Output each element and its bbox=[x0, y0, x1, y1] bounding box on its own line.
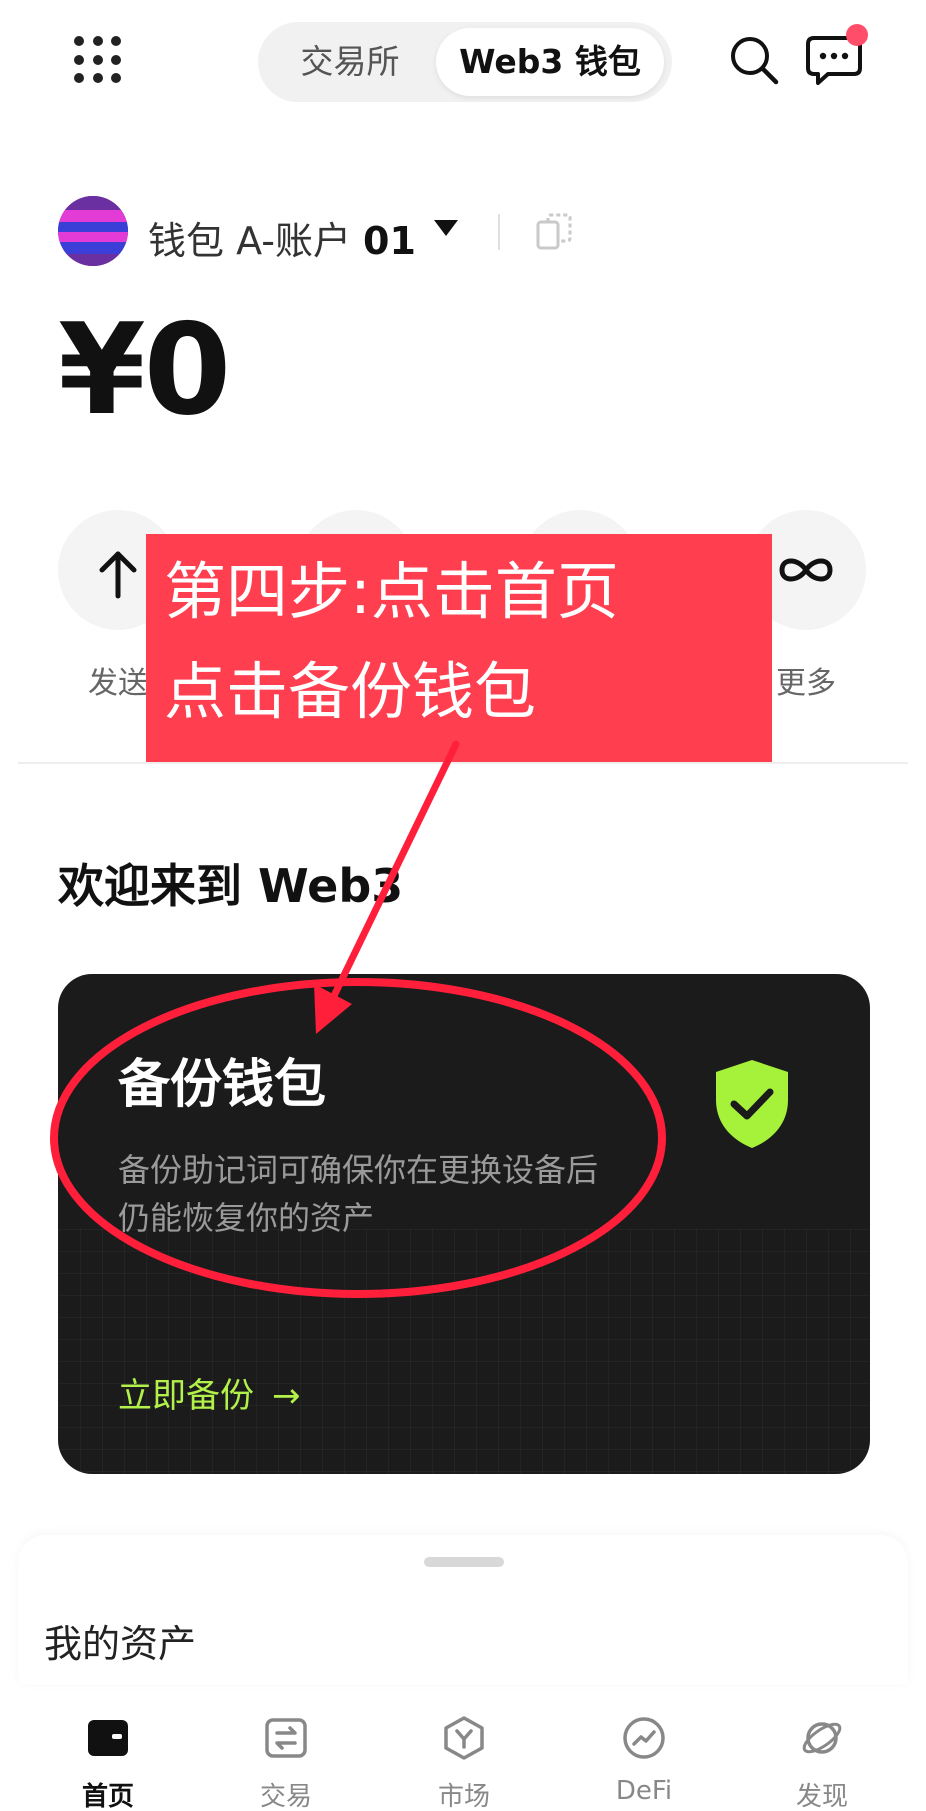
annotation-line-1: 第四步:点击首页 bbox=[164, 555, 619, 628]
tab-trade[interactable]: 交易 bbox=[216, 1716, 356, 1811]
search-icon[interactable] bbox=[728, 34, 780, 86]
account-name: 钱包 A-账户 01 bbox=[148, 219, 416, 263]
tab-web3-wallet[interactable]: Web3 钱包 bbox=[436, 28, 664, 96]
total-balance: ¥0 bbox=[58, 296, 231, 443]
my-assets-title: 我的资产 bbox=[44, 1622, 197, 1666]
backup-card-description: 备份助记词可确保你在更换设备后仍能恢复你的资产 bbox=[118, 1151, 599, 1237]
backup-now-label: 立即备份 bbox=[118, 1376, 254, 1416]
tab-exchange[interactable]: 交易所 bbox=[266, 28, 434, 96]
section-divider bbox=[18, 762, 908, 764]
backup-wallet-card[interactable]: 备份钱包 备份助记词可确保你在更换设备后仍能恢复你的资产 立即备份 → bbox=[58, 974, 870, 1474]
planet-icon bbox=[802, 1722, 842, 1754]
tab-discover-label: 发现 bbox=[795, 1782, 848, 1811]
my-assets-panel: 我的资产 bbox=[18, 1535, 908, 1685]
mode-switch: 交易所 Web3 钱包 bbox=[258, 22, 672, 102]
tab-market-label: 市场 bbox=[437, 1782, 490, 1811]
avatar bbox=[58, 196, 128, 266]
bottom-tab-bar: 首页 交易 市场 DeFi 发现 bbox=[0, 1690, 926, 1811]
home-wallet-icon bbox=[88, 1720, 128, 1756]
top-bar: 交易所 Web3 钱包 bbox=[0, 0, 926, 120]
tab-trade-label: 交易 bbox=[259, 1782, 312, 1811]
tutorial-annotation-box: 第四步:点击首页 点击备份钱包 bbox=[146, 534, 772, 762]
tab-defi-label: DeFi bbox=[615, 1776, 673, 1806]
tab-market[interactable]: 市场 bbox=[394, 1716, 534, 1811]
tab-discover[interactable]: 发现 bbox=[752, 1716, 892, 1811]
drag-handle[interactable] bbox=[424, 1557, 504, 1567]
tab-home[interactable]: 首页 bbox=[38, 1716, 178, 1811]
notification-dot bbox=[846, 24, 868, 46]
account-selector[interactable]: 钱包 A-账户 01 bbox=[58, 196, 678, 268]
market-hex-icon bbox=[444, 1716, 484, 1760]
welcome-heading: 欢迎来到 Web3 bbox=[58, 859, 404, 913]
backup-card-title: 备份钱包 bbox=[118, 1055, 327, 1115]
tab-home-label: 首页 bbox=[81, 1782, 134, 1811]
defi-chart-icon bbox=[623, 1717, 665, 1759]
divider bbox=[498, 214, 500, 250]
tab-defi[interactable]: DeFi bbox=[574, 1716, 714, 1806]
swap-icon bbox=[265, 1718, 307, 1758]
shield-check-icon bbox=[716, 1060, 788, 1148]
arrow-right-icon: → bbox=[272, 1376, 301, 1416]
copy-icon[interactable] bbox=[536, 212, 572, 252]
chevron-down-icon[interactable] bbox=[434, 220, 458, 236]
backup-now-link[interactable]: 立即备份 → bbox=[118, 1368, 301, 1417]
card-grid-pattern bbox=[58, 1229, 870, 1474]
annotation-line-2: 点击备份钱包 bbox=[164, 655, 537, 728]
apps-grid-icon[interactable] bbox=[74, 36, 122, 84]
